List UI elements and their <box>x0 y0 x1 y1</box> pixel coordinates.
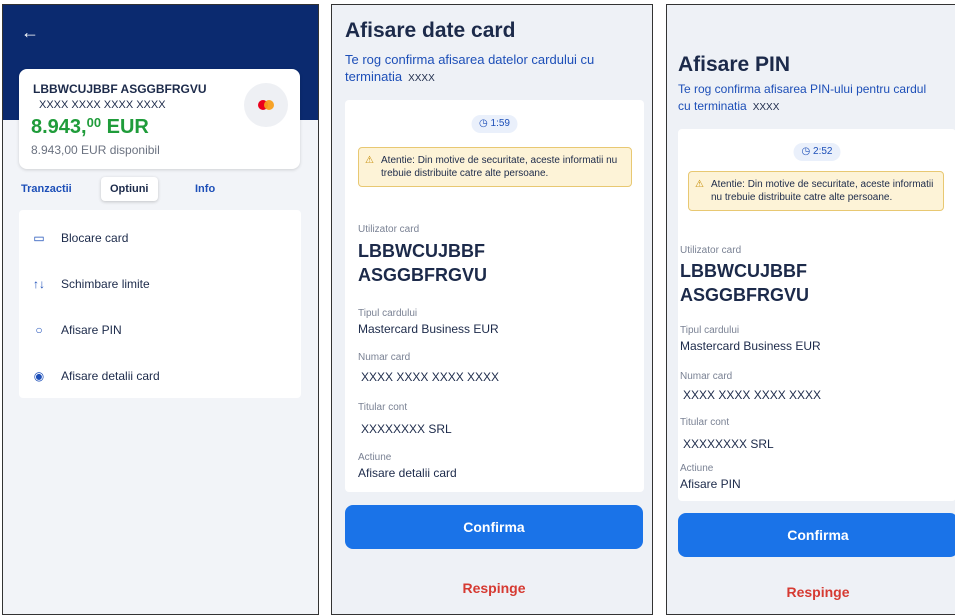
card-user-line1: LBBWCUJBBF <box>358 241 485 261</box>
card-number: XXXX XXXX XXXX XXXX <box>361 370 500 384</box>
tab-tranzactii[interactable]: Tranzactii <box>21 177 72 201</box>
menu-item-afisare-detalii-card[interactable]: ◉ Afisare detalii card <box>19 353 301 399</box>
details-panel: ◷ 2:52 ⚠ Atentie: Din motive de securita… <box>678 129 955 501</box>
field-label: Actiune <box>358 452 392 463</box>
card-user-line2: ASGGBFRGVU <box>358 265 488 285</box>
card-number: XXXX XXXX XXXX XXXX <box>39 99 166 111</box>
reject-button[interactable]: Respinge <box>678 577 955 607</box>
card-options-screen: ← LBBWCUJBBF ASGGBFRGVU XXXX XXXX XXXX X… <box>2 4 319 615</box>
action-value: Afisare PIN <box>680 477 741 491</box>
card-name: LBBWCUJBBF ASGGBFRGVU <box>33 82 207 96</box>
field-label: Numar card <box>358 352 411 363</box>
field-label: Titular cont <box>680 417 730 428</box>
card-user-line2: ASGGBFRGVU <box>680 285 810 305</box>
field-label: Actiune <box>680 463 714 474</box>
menu-item-schimbare-limite[interactable]: ↑↓ Schimbare limite <box>19 261 301 307</box>
countdown-timer: ◷ 2:52 <box>793 143 841 161</box>
page-subtitle: Te rog confirma afisarea PIN-ului pentru… <box>678 82 927 113</box>
field-label: Tipul cardului <box>358 308 418 319</box>
confirm-button[interactable]: Confirma <box>345 505 643 549</box>
action-value: Afisare detalii card <box>358 466 457 480</box>
arrows-updown-icon: ↑↓ <box>33 277 45 291</box>
card-user-line1: LBBWCUJBBF <box>680 261 807 281</box>
mastercard-logo-icon <box>244 83 288 127</box>
security-warning: ⚠ Atentie: Din motive de securitate, ace… <box>358 147 632 187</box>
arrow-left-icon[interactable]: ← <box>21 23 39 41</box>
confirm-button[interactable]: Confirma <box>678 513 955 557</box>
field-label: Utilizator card <box>358 224 420 235</box>
security-warning: ⚠ Atentie: Din motive de securitate, ace… <box>688 171 944 211</box>
pin-confirm-screen: Afisare PIN Te rog confirma afisarea PIN… <box>666 4 955 615</box>
eye-icon: ◉ <box>33 369 45 383</box>
card-block-icon: ▭ <box>33 231 45 245</box>
account-holder: XXXXXXXX SRL <box>361 422 452 436</box>
card-balance: 8.943,00 EUR <box>31 115 149 138</box>
warning-icon: ⚠ <box>365 155 374 166</box>
options-menu: ▭ Blocare card ↑↓ Schimbare limite ○ Afi… <box>19 210 301 398</box>
tab-info[interactable]: Info <box>195 177 215 201</box>
reject-button[interactable]: Respinge <box>345 573 643 603</box>
field-label: Titular cont <box>358 402 408 413</box>
page-title: Afisare PIN <box>678 53 791 76</box>
card-details-confirm-screen: Afisare date card Te rog confirma afisar… <box>331 4 653 615</box>
tab-optiuni[interactable]: Optiuni <box>101 177 158 201</box>
countdown-timer: ◷ 1:59 <box>471 115 518 133</box>
menu-item-blocare-card[interactable]: ▭ Blocare card <box>19 215 301 261</box>
account-holder: XXXXXXXX SRL <box>683 437 774 451</box>
warning-icon: ⚠ <box>695 179 704 190</box>
page-title: Afisare date card <box>345 19 516 42</box>
menu-item-afisare-pin[interactable]: ○ Afisare PIN <box>19 307 301 353</box>
card-type: Mastercard Business EUR <box>358 322 499 336</box>
field-label: Tipul cardului <box>680 325 740 336</box>
tab-bar: Tranzactii Optiuni Info <box>21 177 301 201</box>
field-label: Utilizator card <box>680 245 742 256</box>
pin-icon: ○ <box>35 323 43 337</box>
card-type: Mastercard Business EUR <box>680 339 821 353</box>
field-label: Numar card <box>680 371 733 382</box>
available-balance: 8.943,00 EUR disponibil <box>31 143 160 157</box>
card-number: XXXX XXXX XXXX XXXX <box>683 388 822 402</box>
details-panel: ◷ 1:59 ⚠ Atentie: Din motive de securita… <box>345 100 644 492</box>
page-subtitle: Te rog confirma afisarea datelor cardulu… <box>345 52 595 84</box>
card-summary[interactable]: LBBWCUJBBF ASGGBFRGVU XXXX XXXX XXXX XXX… <box>19 69 300 169</box>
